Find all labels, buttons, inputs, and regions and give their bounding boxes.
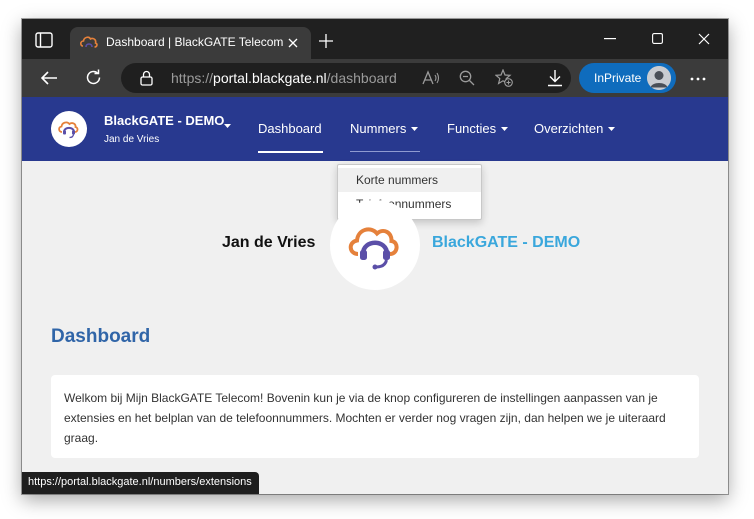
url-host: portal.blackgate.nl — [213, 70, 327, 86]
chevron-down-icon — [501, 127, 509, 131]
browser-window: Dashboard | BlackGATE Telecom https://po… — [22, 19, 728, 494]
profile-name: Jan de Vries — [222, 234, 316, 251]
inprivate-label: InPrivate — [594, 71, 642, 85]
page-title: Dashboard — [51, 326, 151, 347]
status-url-bubble: https://portal.blackgate.nl/numbers/exte… — [22, 472, 259, 494]
profile-company: BlackGATE - DEMO — [432, 234, 581, 251]
chevron-down-icon — [411, 127, 419, 131]
nav-item-label: Functies — [447, 121, 497, 136]
nav-item-label: Overzichten — [534, 121, 604, 136]
inprivate-button[interactable]: InPrivate — [579, 63, 676, 93]
close-icon[interactable] — [287, 37, 299, 49]
close-window-icon[interactable] — [698, 33, 710, 45]
lock-icon[interactable] — [140, 70, 153, 86]
company-logo-icon — [330, 200, 420, 290]
brand-logo-icon[interactable] — [51, 111, 87, 147]
back-arrow-icon[interactable] — [40, 70, 58, 86]
more-dots-icon[interactable] — [690, 72, 706, 86]
read-aloud-icon[interactable] — [422, 70, 440, 86]
welcome-text: Welkom bij Mijn BlackGATE Telecom! Boven… — [64, 391, 666, 445]
nav-item-label: Nummers — [350, 121, 407, 136]
welcome-card: Welkom bij Mijn BlackGATE Telecom! Boven… — [51, 375, 699, 458]
add-favorite-icon[interactable] — [495, 69, 513, 87]
refresh-icon[interactable] — [85, 69, 102, 86]
nav-item-label: Dashboard — [258, 121, 322, 136]
active-tab[interactable]: Dashboard | BlackGATE Telecom — [70, 27, 311, 59]
maximize-icon[interactable] — [652, 33, 663, 44]
download-icon[interactable] — [547, 69, 563, 87]
account-user: Jan de Vries — [104, 134, 160, 145]
nav-item-overzichten[interactable]: Overzichten — [534, 121, 616, 136]
site-navbar: BlackGATE - DEMO Jan de Vries Dashboard … — [22, 97, 728, 161]
menu-item-korte-nummers[interactable]: Korte nummers — [338, 168, 481, 192]
minimize-icon[interactable] — [604, 38, 616, 40]
tab-strip: Dashboard | BlackGATE Telecom — [22, 19, 728, 59]
tab-title: Dashboard | BlackGATE Telecom — [106, 35, 284, 49]
nav-item-nummers[interactable]: Nummers — [350, 121, 419, 136]
plus-icon[interactable] — [319, 34, 333, 48]
chevron-down-icon — [608, 127, 616, 131]
url-scheme: https:// — [171, 70, 214, 86]
favicon-icon — [80, 35, 98, 51]
hover-nav-indicator — [350, 151, 420, 152]
nav-item-dashboard[interactable]: Dashboard — [258, 121, 322, 136]
avatar-icon — [647, 66, 671, 90]
browser-toolbar: https://portal.blackgate.nl/dashboard In… — [22, 59, 728, 97]
zoom-out-icon[interactable] — [459, 70, 475, 86]
url-text[interactable]: https://portal.blackgate.nl/dashboard — [171, 70, 397, 86]
address-bar[interactable]: https://portal.blackgate.nl/dashboard — [121, 63, 571, 93]
nav-item-functies[interactable]: Functies — [447, 121, 509, 136]
active-nav-indicator — [258, 151, 323, 153]
tab-actions-icon[interactable] — [35, 32, 53, 48]
url-path: /dashboard — [326, 70, 397, 86]
chevron-down-icon[interactable] — [224, 124, 231, 128]
account-name[interactable]: BlackGATE - DEMO — [104, 113, 224, 128]
